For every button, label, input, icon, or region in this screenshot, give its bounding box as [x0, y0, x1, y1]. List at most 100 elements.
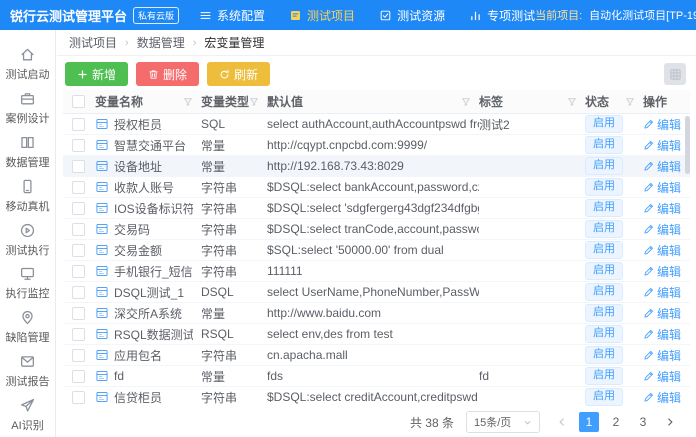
- breadcrumb-item[interactable]: 测试项目: [69, 34, 117, 51]
- status-badge[interactable]: 启用: [585, 283, 623, 301]
- filter-icon[interactable]: [183, 97, 193, 107]
- table-row[interactable]: 深交所A系统常量http://www.baidu.com启用编辑: [63, 303, 690, 324]
- sidebar-item[interactable]: 缺陷管理: [0, 305, 55, 349]
- edit-button[interactable]: 编辑: [643, 347, 681, 364]
- row-checkbox[interactable]: [72, 265, 85, 278]
- table-row[interactable]: 交易金额字符串$SQL:select '50000.00' from dual启…: [63, 240, 690, 261]
- row-checkbox[interactable]: [72, 370, 85, 383]
- sidebar-item[interactable]: 测试报告: [0, 349, 55, 393]
- sidebar-item[interactable]: 移动真机: [0, 174, 55, 218]
- edit-button[interactable]: 编辑: [643, 389, 681, 406]
- edit-button[interactable]: 编辑: [643, 179, 681, 196]
- sidebar-item[interactable]: 测试启动: [0, 42, 55, 86]
- sidebar-item[interactable]: 执行监控: [0, 261, 55, 305]
- status-badge[interactable]: 启用: [585, 388, 623, 406]
- row-checkbox[interactable]: [72, 202, 85, 215]
- table-row[interactable]: 授权柜员SQLselect authAccount,authAccountpsw…: [63, 114, 690, 135]
- default-value-text: $DSQL:select tranCode,account,password f…: [267, 222, 479, 236]
- row-checkbox[interactable]: [72, 328, 85, 341]
- edit-button[interactable]: 编辑: [643, 200, 681, 217]
- status-badge[interactable]: 启用: [585, 157, 623, 175]
- table-row[interactable]: 应用包名字符串cn.apacha.mall启用编辑: [63, 345, 690, 366]
- edit-button[interactable]: 编辑: [643, 368, 681, 385]
- edit-icon: [643, 266, 654, 277]
- variable-icon: [95, 180, 109, 194]
- edit-button[interactable]: 编辑: [643, 305, 681, 322]
- nav-item[interactable]: 测试项目: [289, 7, 355, 24]
- breadcrumb-item[interactable]: 数据管理: [137, 34, 185, 51]
- page-number-button[interactable]: 2: [606, 412, 626, 432]
- top-nav-menu: 系统配置 测试项目 测试资源 专项测试: [199, 7, 535, 24]
- sidebar-item[interactable]: 测试执行: [0, 218, 55, 262]
- edit-button-label: 编辑: [657, 368, 681, 385]
- variable-name-text: 手机银行_短信验证码: [114, 263, 193, 280]
- row-checkbox[interactable]: [72, 223, 85, 236]
- select-all-checkbox[interactable]: [72, 95, 85, 108]
- table-row[interactable]: fd常量fdsfd启用编辑: [63, 366, 690, 387]
- row-checkbox[interactable]: [72, 286, 85, 299]
- table-row[interactable]: 收款人账号字符串$DSQL:select bankAccount,passwor…: [63, 177, 690, 198]
- prev-page-button[interactable]: [552, 412, 572, 432]
- sidebar-item[interactable]: AI识别: [0, 393, 55, 437]
- nav-item[interactable]: 测试资源: [379, 7, 445, 24]
- nav-item[interactable]: 专项测试: [469, 7, 535, 24]
- filter-icon[interactable]: [625, 97, 635, 107]
- status-badge[interactable]: 启用: [585, 304, 623, 322]
- filter-icon[interactable]: [461, 97, 471, 107]
- table-row[interactable]: DSQL测试_1DSQLselect UserName,PhoneNumber,…: [63, 282, 690, 303]
- chart-icon: [469, 9, 482, 22]
- column-settings-button[interactable]: [664, 63, 686, 85]
- edit-button[interactable]: 编辑: [643, 137, 681, 154]
- page-number-button[interactable]: 1: [579, 412, 599, 432]
- page-size-select[interactable]: 15条/页: [466, 411, 540, 433]
- scrollbar-thumb[interactable]: [685, 116, 690, 174]
- breadcrumb-item[interactable]: 宏变量管理: [204, 34, 264, 51]
- status-badge[interactable]: 启用: [585, 220, 623, 238]
- row-checkbox-cell: [63, 181, 95, 194]
- edit-button[interactable]: 编辑: [643, 284, 681, 301]
- row-checkbox[interactable]: [72, 349, 85, 362]
- delete-button[interactable]: 删除: [136, 62, 199, 86]
- edit-button[interactable]: 编辑: [643, 116, 681, 133]
- refresh-button[interactable]: 刷新: [207, 62, 270, 86]
- page-number-button[interactable]: 3: [633, 412, 653, 432]
- edit-button[interactable]: 编辑: [643, 263, 681, 280]
- status-badge[interactable]: 启用: [585, 346, 623, 364]
- table-row[interactable]: RSQL数据测试RSQLselect env,des from test启用编辑: [63, 324, 690, 345]
- status-badge[interactable]: 启用: [585, 325, 623, 343]
- table-row[interactable]: 设备地址常量http://192.168.73.43:8029启用编辑: [63, 156, 690, 177]
- status-badge[interactable]: 启用: [585, 241, 623, 259]
- filter-icon[interactable]: [249, 97, 259, 107]
- cell-variable-name: 手机银行_短信验证码: [95, 263, 201, 280]
- add-button[interactable]: 新增: [65, 62, 128, 86]
- table-row[interactable]: 交易码字符串$DSQL:select tranCode,account,pass…: [63, 219, 690, 240]
- nav-item[interactable]: 系统配置: [199, 7, 265, 24]
- next-page-button[interactable]: [660, 412, 680, 432]
- status-badge[interactable]: 启用: [585, 262, 623, 280]
- sidebar-item[interactable]: 案例设计: [0, 86, 55, 130]
- status-badge[interactable]: 启用: [585, 178, 623, 196]
- row-checkbox[interactable]: [72, 160, 85, 173]
- edit-button[interactable]: 编辑: [643, 158, 681, 175]
- status-badge[interactable]: 启用: [585, 115, 623, 133]
- table-row[interactable]: IOS设备标识符字符串$DSQL:select 'sdgfergerg43dgf…: [63, 198, 690, 219]
- cell-variable-name: 智慧交通平台: [95, 137, 201, 154]
- current-project-name[interactable]: 自动化测试项目[TP-1904-: [589, 7, 696, 23]
- status-badge[interactable]: 启用: [585, 367, 623, 385]
- row-checkbox[interactable]: [72, 118, 85, 131]
- status-badge[interactable]: 启用: [585, 136, 623, 154]
- table-row[interactable]: 智慧交通平台常量http://cqypt.cnpcbd.com:9999/启用编…: [63, 135, 690, 156]
- sidebar-item[interactable]: 数据管理: [0, 130, 55, 174]
- row-checkbox[interactable]: [72, 139, 85, 152]
- filter-icon[interactable]: [567, 97, 577, 107]
- table-row[interactable]: 信贷柜员字符串$DSQL:select creditAccount,credit…: [63, 387, 690, 407]
- table-row[interactable]: 手机银行_短信验证码字符串111111启用编辑: [63, 261, 690, 282]
- row-checkbox[interactable]: [72, 181, 85, 194]
- edit-button[interactable]: 编辑: [643, 326, 681, 343]
- edit-button[interactable]: 编辑: [643, 242, 681, 259]
- edit-button[interactable]: 编辑: [643, 221, 681, 238]
- row-checkbox[interactable]: [72, 391, 85, 404]
- status-badge[interactable]: 启用: [585, 199, 623, 217]
- row-checkbox[interactable]: [72, 307, 85, 320]
- row-checkbox[interactable]: [72, 244, 85, 257]
